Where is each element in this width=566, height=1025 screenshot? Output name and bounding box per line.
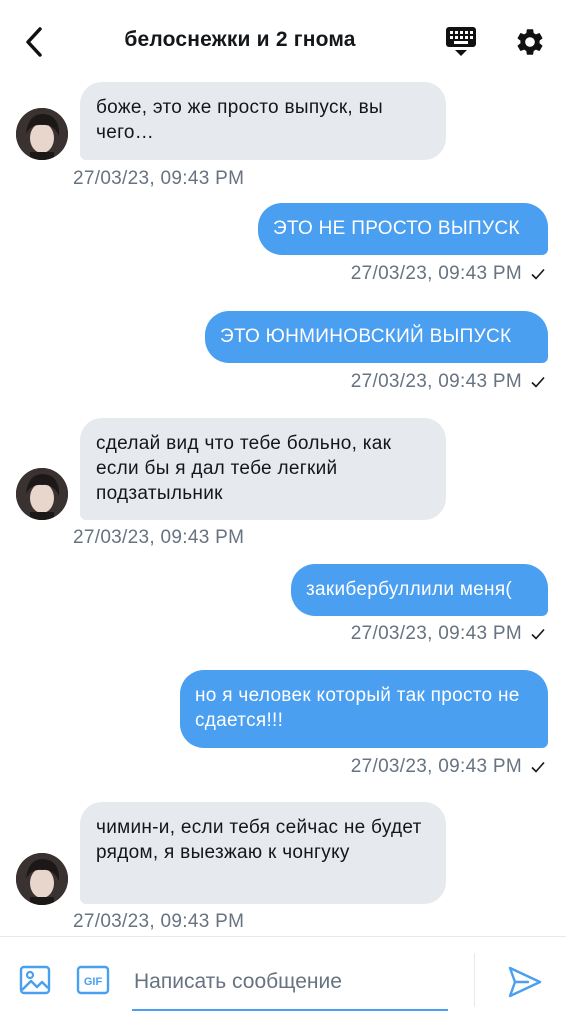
message-timestamp: 27/03/23, 09:43 PM xyxy=(73,911,245,932)
checkmark-icon xyxy=(531,761,545,773)
message-input[interactable] xyxy=(132,955,448,1011)
gear-icon xyxy=(517,29,543,55)
keyboard-button[interactable] xyxy=(442,22,480,60)
avatar-photo xyxy=(16,468,68,520)
add-image-button[interactable] xyxy=(18,963,52,997)
avatar-photo xyxy=(16,108,68,160)
message-timestamp-row: 27/03/23, 09:43 PM xyxy=(351,371,546,393)
message-timestamp: 27/03/23, 09:43 PM xyxy=(73,168,245,189)
chat-title: белоснежки и 2 гнома xyxy=(124,28,356,51)
avatar[interactable] xyxy=(16,853,68,905)
gif-icon: GIF xyxy=(76,965,110,995)
settings-button[interactable] xyxy=(510,22,550,62)
keyboard-icon xyxy=(446,27,476,56)
back-button[interactable] xyxy=(16,24,52,60)
message-bubble-outgoing[interactable]: но я человек который так просто не сдает… xyxy=(180,670,548,748)
message-timestamp: 27/03/23, 09:43 PM xyxy=(350,371,522,392)
message-timestamp: 27/03/23, 09:43 PM xyxy=(350,623,522,644)
chat-header: белоснежки и 2 гнома xyxy=(0,0,566,82)
message-timestamp-row: 27/03/23, 09:43 PM xyxy=(351,756,546,778)
message-timestamp-row: 27/03/23, 09:43 PM xyxy=(351,263,546,285)
message-composer: GIF xyxy=(0,936,566,1025)
gif-label: GIF xyxy=(84,976,103,988)
avatar-photo xyxy=(16,853,68,905)
message-timestamp: 27/03/23, 09:43 PM xyxy=(350,756,522,777)
image-icon xyxy=(19,965,51,995)
message-bubble-outgoing[interactable]: закибербуллили меня( xyxy=(291,564,548,616)
checkmark-icon xyxy=(531,628,545,640)
message-bubble-incoming[interactable]: боже, это же просто выпуск, вы чего… xyxy=(80,82,446,160)
message-timestamp: 27/03/23, 09:43 PM xyxy=(350,263,522,284)
avatar[interactable] xyxy=(16,108,68,160)
add-gif-button[interactable]: GIF xyxy=(76,963,110,997)
chevron-left-icon xyxy=(26,27,42,57)
message-bubble-incoming[interactable]: сделай вид что тебе больно, как если бы … xyxy=(80,418,446,520)
send-icon xyxy=(508,966,542,998)
message-bubble-incoming[interactable]: чимин-и, если тебя сейчас не будет рядом… xyxy=(80,802,446,904)
message-timestamp-row: 27/03/23, 09:43 PM xyxy=(351,623,546,645)
message-bubble-outgoing[interactable]: ЭТО ЮНМИНОВСКИЙ ВЫПУСК xyxy=(205,311,548,363)
checkmark-icon xyxy=(531,268,545,280)
message-bubble-outgoing[interactable]: ЭТО НЕ ПРОСТО ВЫПУСК xyxy=(258,203,548,255)
composer-divider xyxy=(474,953,475,1007)
avatar[interactable] xyxy=(16,468,68,520)
message-timestamp: 27/03/23, 09:43 PM xyxy=(73,527,245,548)
checkmark-icon xyxy=(531,376,545,388)
send-button[interactable] xyxy=(506,963,544,1001)
